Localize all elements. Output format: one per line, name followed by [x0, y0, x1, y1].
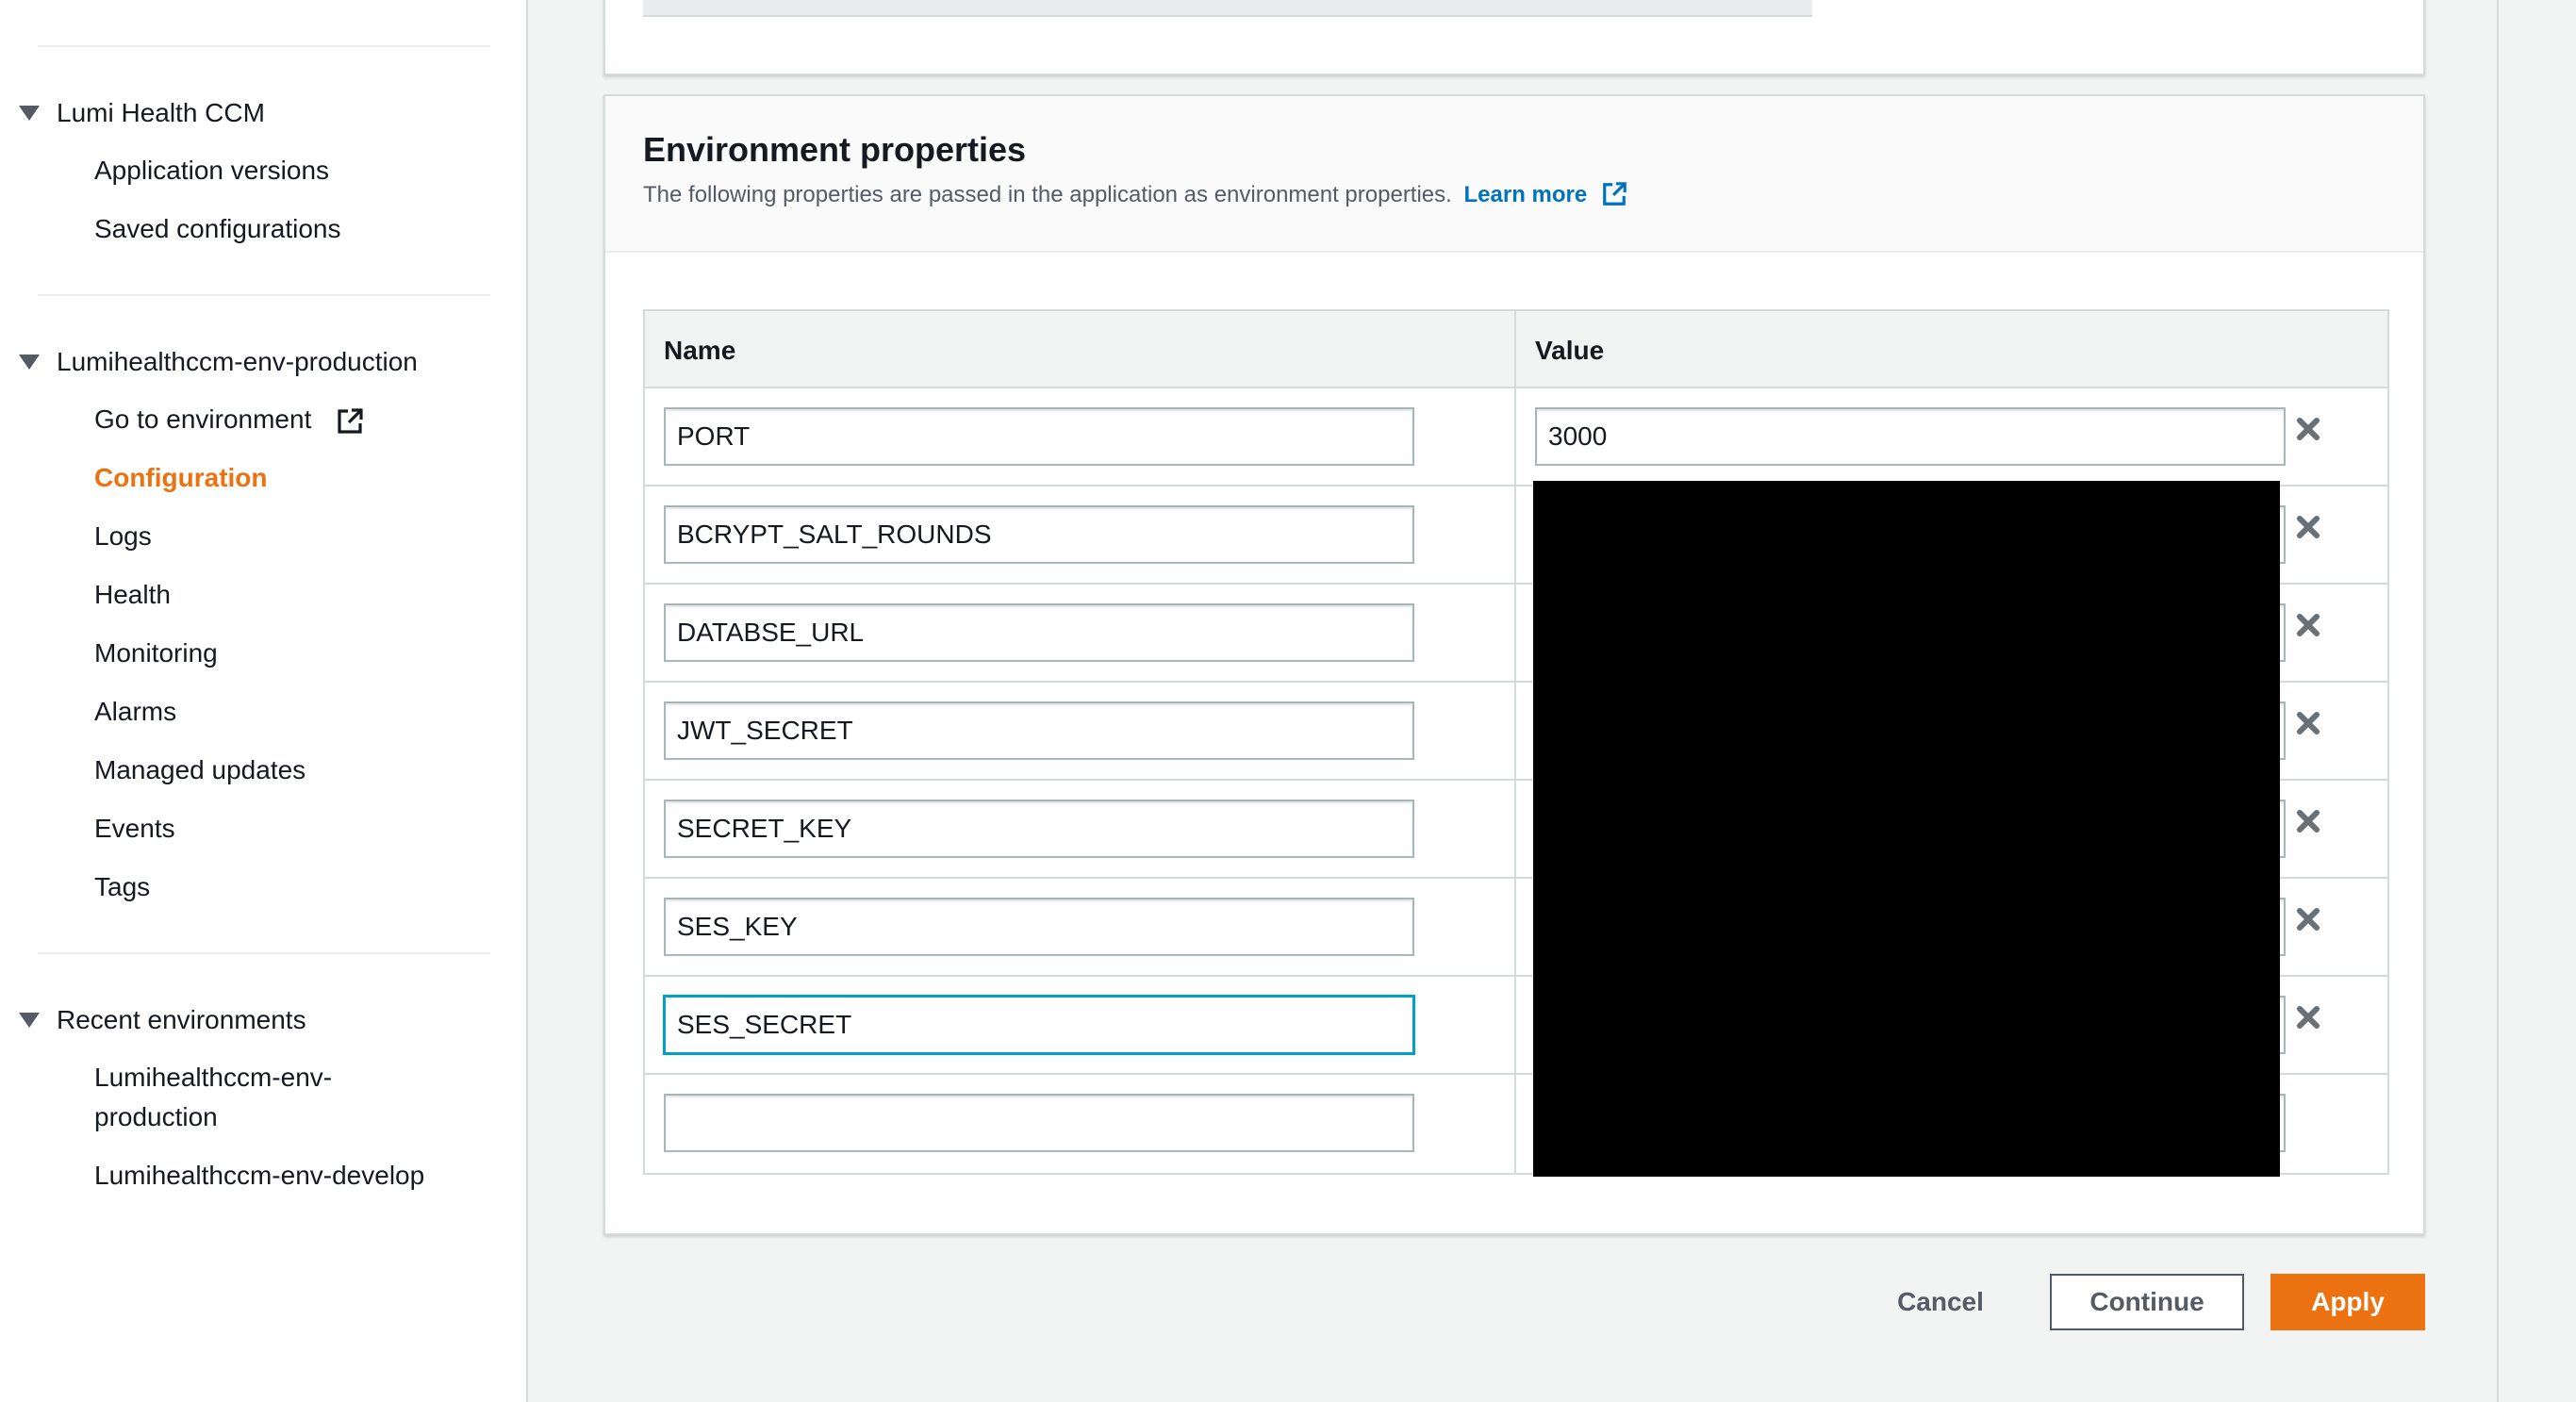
nav-application-versions[interactable]: Application versions — [94, 151, 329, 190]
previous-panel-field[interactable] — [643, 0, 1812, 17]
close-icon — [2297, 712, 2320, 734]
continue-button[interactable]: Continue — [2050, 1274, 2244, 1330]
recent-section-title: Recent environments — [57, 1005, 306, 1034]
sidebar-divider — [38, 45, 490, 47]
panel-title: Environment properties — [643, 130, 1027, 169]
remove-row-button[interactable] — [2291, 706, 2325, 740]
panel-header: Environment properties The following pro… — [605, 96, 2423, 253]
external-link-icon — [1603, 182, 1627, 206]
property-name-input[interactable] — [664, 603, 1414, 662]
property-value-input[interactable] — [1535, 407, 2286, 466]
remove-row-button[interactable] — [2291, 608, 2325, 642]
learn-more-label: Learn more — [1463, 182, 1588, 207]
external-link-icon — [338, 408, 363, 434]
table-row — [645, 388, 2387, 487]
nav-configuration[interactable]: Configuration — [94, 458, 268, 498]
remove-row-button[interactable] — [2291, 804, 2325, 838]
column-header-name: Name — [645, 311, 1516, 387]
content-right-border — [2497, 0, 2499, 1402]
property-name-input-active[interactable] — [664, 996, 1414, 1054]
sidebar-nav: Lumi Health CCM Application versions Sav… — [0, 0, 528, 1402]
table-header: Name Value — [645, 311, 2387, 388]
panel-description-text: The following properties are passed in t… — [643, 182, 1452, 207]
close-icon — [2297, 1006, 2320, 1029]
apply-button[interactable]: Apply — [2271, 1274, 2425, 1330]
nav-recent-production[interactable]: Lumihealthccm-env-production — [94, 1058, 415, 1137]
property-name-input[interactable] — [664, 800, 1414, 858]
close-icon — [2297, 908, 2320, 931]
cancel-button[interactable]: Cancel — [1874, 1274, 2006, 1330]
caret-down-icon — [19, 1013, 40, 1028]
close-icon — [2297, 614, 2320, 636]
nav-health[interactable]: Health — [94, 575, 171, 615]
close-icon — [2297, 418, 2320, 440]
remove-row-button[interactable] — [2291, 1000, 2325, 1034]
sidebar-divider — [38, 294, 490, 296]
close-icon — [2297, 810, 2320, 833]
nav-recent-develop[interactable]: Lumihealthccm-env-develop — [94, 1156, 424, 1196]
recent-section-toggle[interactable]: Recent environments — [19, 1001, 306, 1039]
new-property-name-input[interactable] — [664, 1094, 1414, 1152]
app-section-title: Lumi Health CCM — [57, 98, 265, 127]
column-header-value: Value — [1535, 336, 1605, 365]
nav-logs[interactable]: Logs — [94, 517, 152, 556]
nav-alarms[interactable]: Alarms — [94, 692, 176, 732]
app-section-toggle[interactable]: Lumi Health CCM — [19, 94, 265, 132]
remove-row-button[interactable] — [2291, 510, 2325, 544]
nav-managed-updates[interactable]: Managed updates — [94, 750, 305, 790]
nav-monitoring[interactable]: Monitoring — [94, 634, 218, 673]
property-name-input[interactable] — [664, 407, 1414, 466]
property-name-input[interactable] — [664, 505, 1414, 564]
nav-go-to-environment-label: Go to environment — [94, 404, 312, 434]
remove-row-button[interactable] — [2291, 902, 2325, 936]
remove-row-button[interactable] — [2291, 412, 2325, 446]
property-name-input[interactable] — [664, 701, 1414, 760]
nav-go-to-environment[interactable]: Go to environment — [94, 400, 364, 439]
close-icon — [2297, 516, 2320, 538]
caret-down-icon — [19, 355, 40, 370]
nav-saved-configurations[interactable]: Saved configurations — [94, 209, 341, 249]
previous-panel — [603, 0, 2425, 75]
caret-down-icon — [19, 106, 40, 121]
nav-tags[interactable]: Tags — [94, 867, 150, 907]
env-section-toggle[interactable]: Lumihealthccm-env-production — [19, 343, 418, 381]
property-name-input[interactable] — [664, 898, 1414, 956]
redacted-values-block — [1533, 481, 2280, 1177]
env-section-title: Lumihealthccm-env-production — [57, 347, 418, 376]
nav-events[interactable]: Events — [94, 809, 175, 849]
panel-description: The following properties are passed in t… — [643, 181, 1627, 208]
learn-more-link[interactable]: Learn more — [1464, 182, 1627, 207]
sidebar-divider — [38, 952, 490, 954]
